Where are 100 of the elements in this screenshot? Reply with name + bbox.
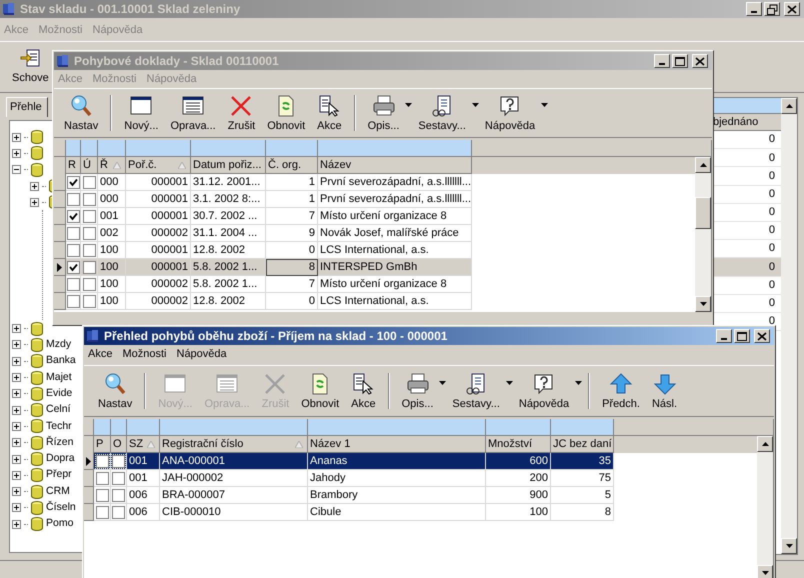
scroll-down-button[interactable] (695, 296, 711, 312)
checkbox[interactable] (66, 260, 80, 274)
checkbox[interactable] (82, 260, 96, 274)
minimize-button[interactable] (716, 329, 732, 343)
expander[interactable] (12, 165, 21, 174)
dropdown-arrow-icon[interactable] (472, 103, 479, 107)
expander[interactable] (12, 487, 21, 496)
tree-item-label[interactable]: Majet (46, 370, 72, 386)
checkbox[interactable] (82, 176, 96, 188)
table-row[interactable]: 001 000001 30.7. 2002 ... 7 Místo určení organizace 8 (54, 208, 695, 225)
table-row[interactable]: 100 000002 5.8. 2002 1... 7 Místo určení organizace 8 (54, 276, 695, 293)
dropdown-arrow-icon[interactable] (541, 103, 548, 107)
expander[interactable] (30, 198, 39, 207)
checkbox[interactable] (96, 506, 108, 518)
expander[interactable] (12, 389, 21, 398)
expander[interactable] (12, 340, 21, 350)
close-button[interactable] (754, 329, 770, 343)
checkbox[interactable] (82, 278, 96, 290)
filter-cell[interactable] (486, 419, 551, 435)
checkbox[interactable] (82, 192, 96, 206)
tree-item-label[interactable]: Celní (46, 402, 71, 418)
maximize-button[interactable] (672, 54, 688, 68)
tab[interactable]: Přehle (6, 97, 48, 117)
expander[interactable] (12, 503, 21, 512)
table-row[interactable]: 000 000001 3.1. 2002 8:... 1 První severozápadní, a.s.lllllll... (54, 191, 695, 208)
expander[interactable] (12, 324, 21, 334)
checkbox[interactable] (82, 244, 96, 256)
table-row[interactable]: 002 000002 31.1. 2004 ... 9 Novák Josef, malířské práce (54, 225, 695, 242)
close-button[interactable] (692, 54, 708, 68)
tree-item-label[interactable]: Dopra (46, 451, 75, 467)
checkbox[interactable] (66, 192, 80, 206)
toolbar-button[interactable]: Oprava... (164, 92, 222, 134)
toolbar-button[interactable]: Násl. (646, 370, 684, 412)
checkbox[interactable] (112, 488, 125, 502)
maximize-button[interactable] (734, 329, 750, 343)
tree-item-label[interactable]: Přepr (46, 467, 72, 484)
expander[interactable] (12, 406, 21, 415)
tree-item-label[interactable]: Banka (46, 353, 76, 370)
toolbar-button[interactable]: Sestavy... (446, 370, 506, 412)
expander[interactable] (12, 470, 21, 480)
table-row[interactable]: 001 ANA-000001 Ananas 600 35 (84, 453, 757, 470)
expander[interactable] (12, 520, 21, 529)
menu-item[interactable]: Akce (88, 346, 112, 362)
scroll-up-button[interactable] (695, 157, 711, 173)
scroll-up-button[interactable] (757, 436, 773, 452)
filter-cell[interactable] (318, 140, 472, 156)
checkbox[interactable] (82, 210, 96, 222)
scrollbar[interactable] (757, 436, 773, 578)
table-row[interactable]: 006 CIB-000010 Cibule 100 8 (84, 504, 757, 521)
toolbar-button[interactable]: Nápověda (512, 370, 576, 412)
scrollbar[interactable] (781, 98, 797, 554)
filter-cell[interactable] (94, 419, 111, 435)
table-row[interactable]: 000 000001 31.12. 2001... 1 První severozápadní, a.s.lllllll... (54, 174, 695, 191)
filter-cell[interactable] (191, 140, 266, 156)
expander[interactable] (12, 132, 21, 142)
checkbox[interactable] (112, 454, 125, 468)
toolbar-button[interactable]: Nápověda (478, 92, 542, 134)
checkbox[interactable] (66, 278, 80, 290)
checkbox[interactable] (96, 488, 108, 502)
checkbox[interactable] (66, 210, 80, 222)
table-row[interactable]: 006 BRA-000007 Brambory 900 5 (84, 487, 757, 504)
expander[interactable] (30, 182, 39, 191)
close-button[interactable] (784, 2, 800, 16)
minimize-button[interactable] (654, 54, 670, 68)
dropdown-arrow-icon[interactable] (439, 381, 446, 385)
table-row[interactable]: 100 000001 5.8. 2002 1... 8 INTERSPED GmBh (54, 259, 695, 276)
filter-cell[interactable] (81, 140, 98, 156)
minimize-button[interactable] (746, 2, 762, 16)
filter-cell[interactable] (66, 140, 81, 156)
tree-item-label[interactable]: Řízen (46, 434, 74, 451)
expander[interactable] (12, 356, 21, 366)
toolbar-button[interactable]: Nastav (58, 92, 104, 134)
menu-item[interactable]: Nápověda (176, 346, 227, 362)
toolbar-button[interactable]: Akce (345, 370, 382, 412)
filter-cell[interactable] (266, 140, 318, 156)
filter-cell[interactable] (711, 98, 781, 114)
tree-item-label[interactable]: Číseln (46, 500, 76, 516)
toolbar-button[interactable]: Opis... (362, 92, 406, 134)
expander[interactable] (12, 454, 21, 464)
filter-cell[interactable] (551, 419, 614, 435)
filter-cell[interactable] (111, 419, 127, 435)
filter-cell[interactable] (127, 419, 160, 435)
tree-item-label[interactable]: CRM (46, 484, 70, 500)
tree-item-label[interactable]: Techr (46, 418, 72, 434)
restore-button[interactable] (764, 2, 780, 16)
table-row[interactable]: 100 000001 12.8. 2002 0 LCS International, a.s. (54, 242, 695, 259)
toolbar-button[interactable]: Sestavy... (412, 92, 472, 134)
filter-cell[interactable] (126, 140, 191, 156)
toolbar-button[interactable]: Zrušit (222, 92, 262, 134)
scrollbar[interactable] (695, 157, 711, 312)
dropdown-arrow-icon[interactable] (506, 381, 513, 385)
toolbar-button[interactable]: Akce (311, 92, 348, 134)
expander[interactable] (12, 438, 21, 448)
row-header[interactable] (84, 453, 94, 470)
menu-item[interactable]: Možnosti (122, 346, 166, 362)
column-header[interactable]: bjednáno (711, 114, 781, 131)
checkbox[interactable] (96, 454, 108, 468)
table-row[interactable]: 001 JAH-000002 Jahody 200 75 (84, 470, 757, 487)
toolbar-button[interactable]: Nastav (92, 370, 138, 412)
filter-cell[interactable] (98, 140, 126, 156)
